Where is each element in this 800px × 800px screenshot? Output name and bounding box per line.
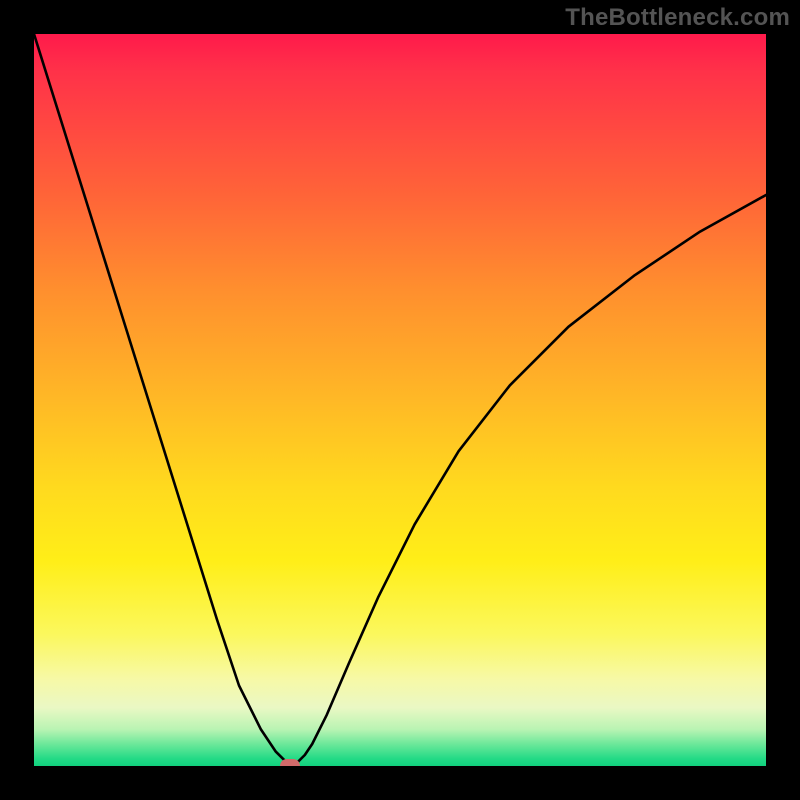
bottleneck-curve bbox=[34, 34, 766, 766]
plot-area bbox=[34, 34, 766, 766]
optimum-marker bbox=[280, 759, 300, 766]
watermark-text: TheBottleneck.com bbox=[565, 4, 790, 32]
chart-frame: TheBottleneck.com bbox=[0, 0, 800, 800]
